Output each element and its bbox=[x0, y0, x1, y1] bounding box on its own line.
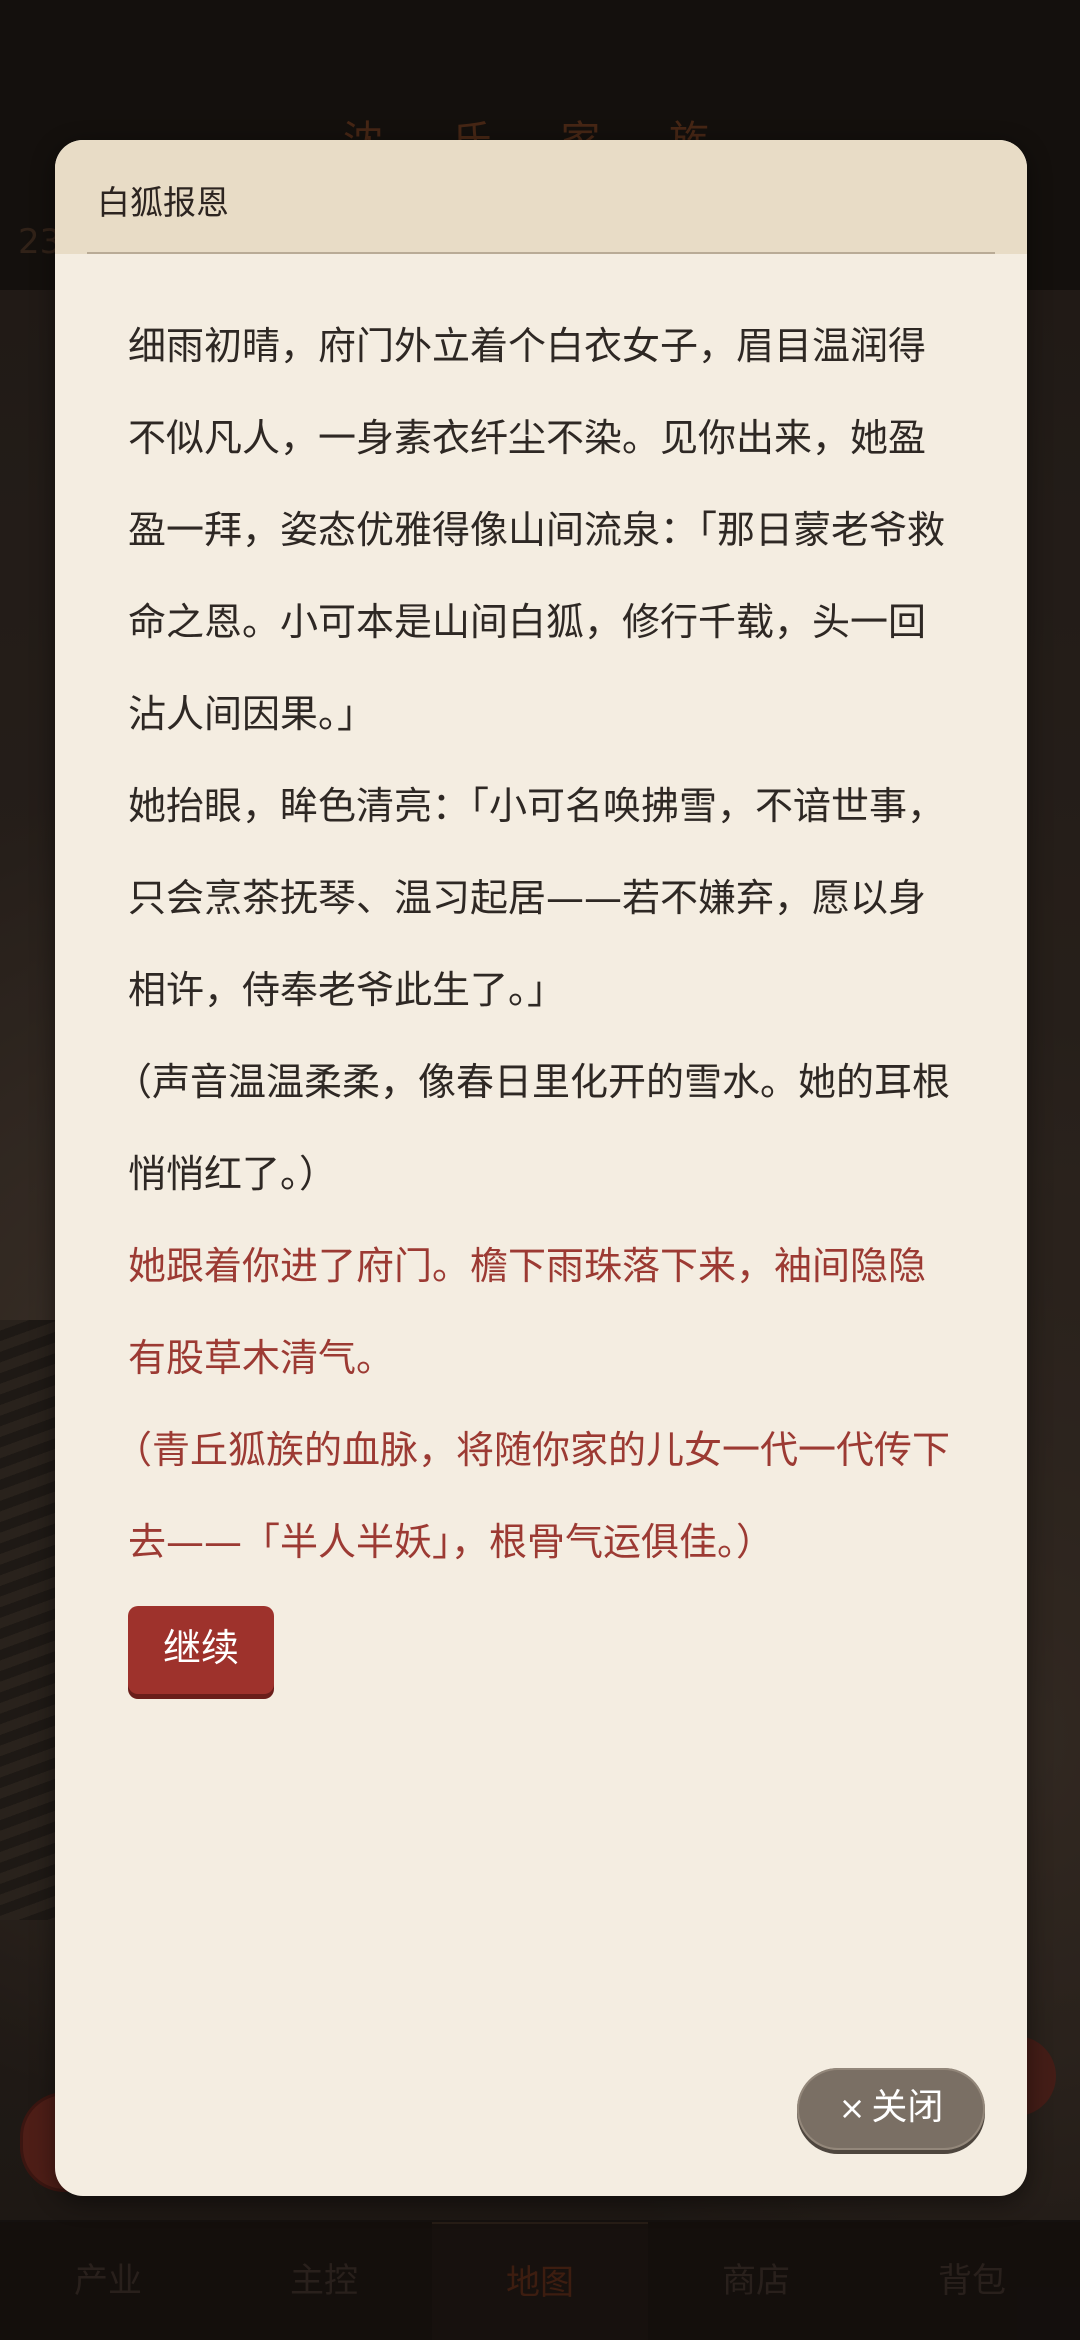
dialog-title: 白狐报恩 bbox=[97, 183, 229, 222]
continue-button[interactable]: 继续 bbox=[128, 1606, 274, 1694]
story-paragraph: 她抬眼，眸色清亮：「小可名唤拂雪，不谙世事，只会烹茶抚琴、温习起居——若不嫌弃，… bbox=[128, 784, 946, 1012]
event-dialog: 白狐报恩 细雨初晴，府门外立着个白衣女子，眉目温润得不似凡人，一身素衣纤尘不染。… bbox=[55, 140, 1027, 2196]
dialog-body: 细雨初晴，府门外立着个白衣女子，眉目温润得不似凡人，一身素衣纤尘不染。见你出来，… bbox=[114, 300, 958, 1694]
outcome-paragraph: 她跟着你进了府门。檐下雨珠落下来，袖间隐隐有股草木清气。 bbox=[128, 1244, 927, 1380]
dialog-header: 白狐报恩 bbox=[55, 140, 1027, 254]
header-divider bbox=[87, 252, 995, 254]
close-icon: × bbox=[838, 2089, 866, 2127]
close-label: 关闭 bbox=[871, 2087, 944, 2128]
close-button[interactable]: × 关闭 bbox=[797, 2068, 985, 2150]
story-paragraph: 细雨初晴，府门外立着个白衣女子，眉目温润得不似凡人，一身素衣纤尘不染。见你出来，… bbox=[128, 324, 946, 736]
story-paragraph: （声音温温柔柔，像春日里化开的雪水。她的耳根悄悄红了。） bbox=[114, 1060, 951, 1196]
outcome-paragraph: （青丘狐族的血脉，将随你家的儿女一代一代传下去——「半人半妖」，根骨气运俱佳。） bbox=[114, 1428, 951, 1564]
app-screen: 沈 氏 家 族 23 产业 主控 地图 商店 背包 白狐报恩 细雨初晴，府门外立… bbox=[0, 0, 1080, 2340]
